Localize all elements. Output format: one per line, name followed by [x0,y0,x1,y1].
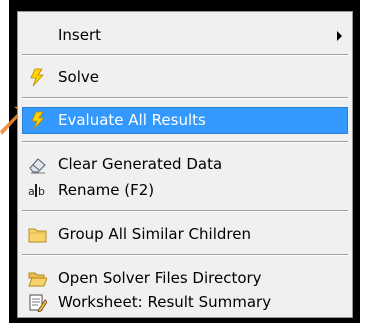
menu-item-open-solver-files-directory[interactable]: Open Solver Files Directory [18,265,352,292]
eraser-icon [29,158,46,174]
menu-separator [22,54,348,56]
folder-icon [28,228,47,243]
menu-item-evaluate-all-results[interactable]: Evaluate All Results [22,107,348,134]
menu-item-rename[interactable]: a b Rename (F2) [18,177,352,204]
menu-separator [22,141,348,143]
menu-item-label: Clear Generated Data [58,155,223,173]
menu-item-insert[interactable]: Insert [18,22,352,49]
svg-text:b: b [38,185,45,198]
menu-item-group-all-similar-children[interactable]: Group All Similar Children [18,221,352,248]
lightning-icon [31,111,45,130]
rename-icon: a b [28,184,45,198]
menu-item-label: Worksheet: Result Summary [58,293,272,311]
menu-item-label: Group All Similar Children [58,225,251,243]
menu-item-label: Open Solver Files Directory [58,269,262,287]
context-menu: Insert Solve Evaluate All Results Clear … [17,11,353,318]
menu-item-label: Evaluate All Results [58,111,206,129]
menu-separator [22,210,348,212]
open-folder-icon [28,272,47,287]
menu-item-solve[interactable]: Solve [18,64,352,91]
svg-text:a: a [28,185,35,198]
menu-item-clear-generated-data[interactable]: Clear Generated Data [18,151,352,178]
menu-separator [22,97,348,99]
menu-item-worksheet-result-summary[interactable]: Worksheet: Result Summary [18,289,352,316]
menu-item-label: Solve [58,68,99,86]
submenu-arrow-icon [337,31,342,41]
menu-item-label: Insert [58,26,102,44]
worksheet-icon [29,294,47,312]
menu-item-label: Rename (F2) [58,181,155,199]
lightning-icon [30,68,44,87]
menu-separator [22,254,348,256]
